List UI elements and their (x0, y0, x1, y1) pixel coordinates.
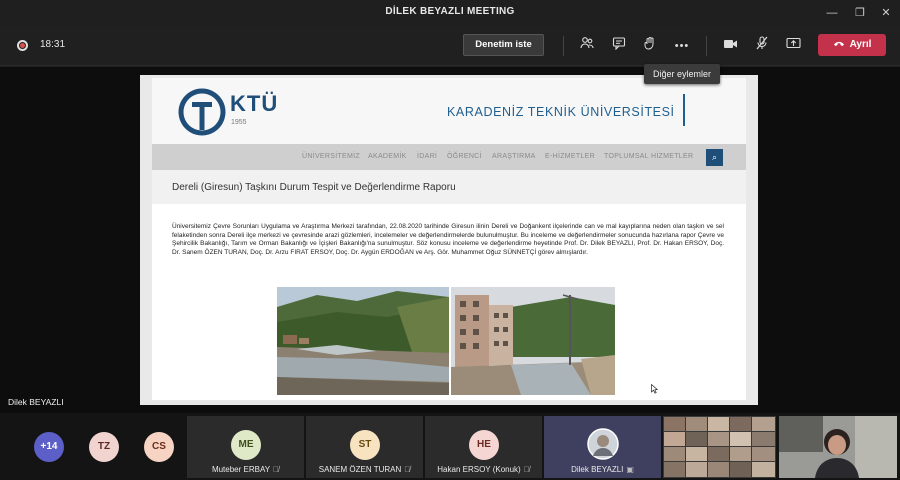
avatar: ME (231, 430, 261, 460)
speaker-video-tile[interactable] (779, 416, 897, 478)
screen-share-icon: ▣ (626, 465, 634, 474)
meeting-timer: 18:31 (40, 39, 66, 50)
logo-year: 1955 (231, 119, 247, 126)
avatar: ST (350, 430, 380, 460)
participant-name: SANEM ÖZEN TURAN (318, 465, 402, 474)
article-title: Dereli (Giresun) Taşkını Durum Tespit ve… (172, 182, 456, 193)
leave-label: Ayrıl (849, 39, 872, 50)
chat-icon[interactable] (608, 35, 630, 57)
damaged-buildings-photo (451, 287, 615, 395)
camera-icon[interactable] (719, 35, 741, 57)
raise-hand-icon[interactable] (639, 35, 661, 57)
site-search-icon[interactable]: ⌕ (706, 149, 723, 166)
nav-item-arastirma[interactable]: ARAŞTIRMA (492, 153, 536, 160)
participant-name: Dilek BEYAZLI (571, 465, 624, 474)
mic-off-icon: 🎙̸ (404, 465, 411, 474)
ktu-logo-icon (178, 88, 226, 136)
article-title-band: Dereli (Giresun) Taşkını Durum Tespit ve… (152, 170, 746, 204)
participant-name: Muteber ERBAY (211, 465, 271, 474)
participant-tile[interactable]: ME Muteber ERBAY 🎙̸ (187, 416, 304, 478)
nav-item-universitemiz[interactable]: ÜNİVERSİTEMİZ (302, 153, 360, 160)
more-actions-icon[interactable]: ••• (671, 35, 693, 57)
site-nav: ÜNİVERSİTEMİZ AKADEMİK İDARİ ÖĞRENCİ ARA… (152, 144, 746, 170)
leave-button[interactable]: Ayrıl (818, 34, 886, 56)
mic-off-icon: 🎙̸ (273, 465, 280, 474)
nav-item-e-hizmetler[interactable]: E-HİZMETLER (545, 153, 595, 160)
nav-item-akademik[interactable]: AKADEMİK (368, 153, 407, 160)
avatar[interactable]: TZ (89, 432, 119, 462)
website-page: KTÜ 1955 KARADENİZ TEKNİK ÜNİVERSİTESİ Ü… (152, 78, 746, 400)
maximize-button[interactable]: ❐ (846, 4, 874, 22)
nav-item-ogrenci[interactable]: ÖĞRENCİ (447, 153, 482, 160)
share-icon[interactable] (782, 35, 804, 57)
request-control-button[interactable]: Denetim iste (463, 34, 544, 56)
shared-screen-stage: KTÜ 1955 KARADENİZ TEKNİK ÜNİVERSİTESİ Ü… (0, 67, 900, 413)
meeting-toolbar: 18:31 Denetim iste ••• Ayrıl (0, 26, 900, 66)
toolbar-divider (706, 36, 707, 56)
mic-off-icon[interactable] (751, 35, 773, 57)
toolbar-divider (563, 36, 564, 56)
hang-up-icon (833, 34, 845, 56)
more-actions-tooltip: Diğer eylemler (644, 64, 720, 84)
participant-name: Hakan ERSOY (Konuk) (437, 465, 521, 474)
logo-text: KTÜ (230, 91, 279, 116)
flood-river-photo (277, 287, 449, 395)
participant-tile[interactable]: HE Hakan ERSOY (Konuk) 🎙̸ (425, 416, 542, 478)
recording-icon (17, 40, 28, 51)
header-divider (683, 94, 685, 126)
nav-item-idari[interactable]: İDARİ (417, 153, 437, 160)
minimize-button[interactable]: — (818, 4, 846, 22)
participants-strip: +14 TZ CS ME Muteber ERBAY 🎙̸ ST SANEM ÖZ… (0, 413, 900, 480)
window-title: DİLEK BEYAZLI MEETING (385, 6, 515, 17)
avatar (587, 428, 619, 460)
overflow-participants-button[interactable]: +14 (34, 432, 64, 462)
participant-tile-active[interactable]: Dilek BEYAZLI ▣ (544, 416, 661, 478)
avatar[interactable]: CS (144, 432, 174, 462)
article-body: Üniversitemiz Çevre Sorunları Uygulama v… (172, 223, 724, 256)
presenter-name: Dilek BEYAZLI (8, 397, 64, 407)
site-header: KTÜ 1955 KARADENİZ TEKNİK ÜNİVERSİTESİ (152, 78, 746, 144)
shared-screen: KTÜ 1955 KARADENİZ TEKNİK ÜNİVERSİTESİ Ü… (140, 75, 758, 405)
title-bar: DİLEK BEYAZLI MEETING — ❐ ✕ (0, 0, 900, 26)
participant-tile[interactable]: ST SANEM ÖZEN TURAN 🎙̸ (306, 416, 423, 478)
participants-icon[interactable] (576, 35, 598, 57)
gallery-video-tile[interactable] (663, 416, 776, 478)
mouse-cursor-icon (651, 384, 658, 394)
mic-off-icon: 🎙̸ (523, 465, 530, 474)
university-name: KARADENİZ TEKNİK ÜNİVERSİTESİ (447, 105, 675, 119)
close-window-button[interactable]: ✕ (872, 4, 900, 22)
nav-item-toplumsal-hizmetler[interactable]: TOPLUMSAL HİZMETLER (604, 153, 693, 160)
avatar: HE (469, 430, 499, 460)
